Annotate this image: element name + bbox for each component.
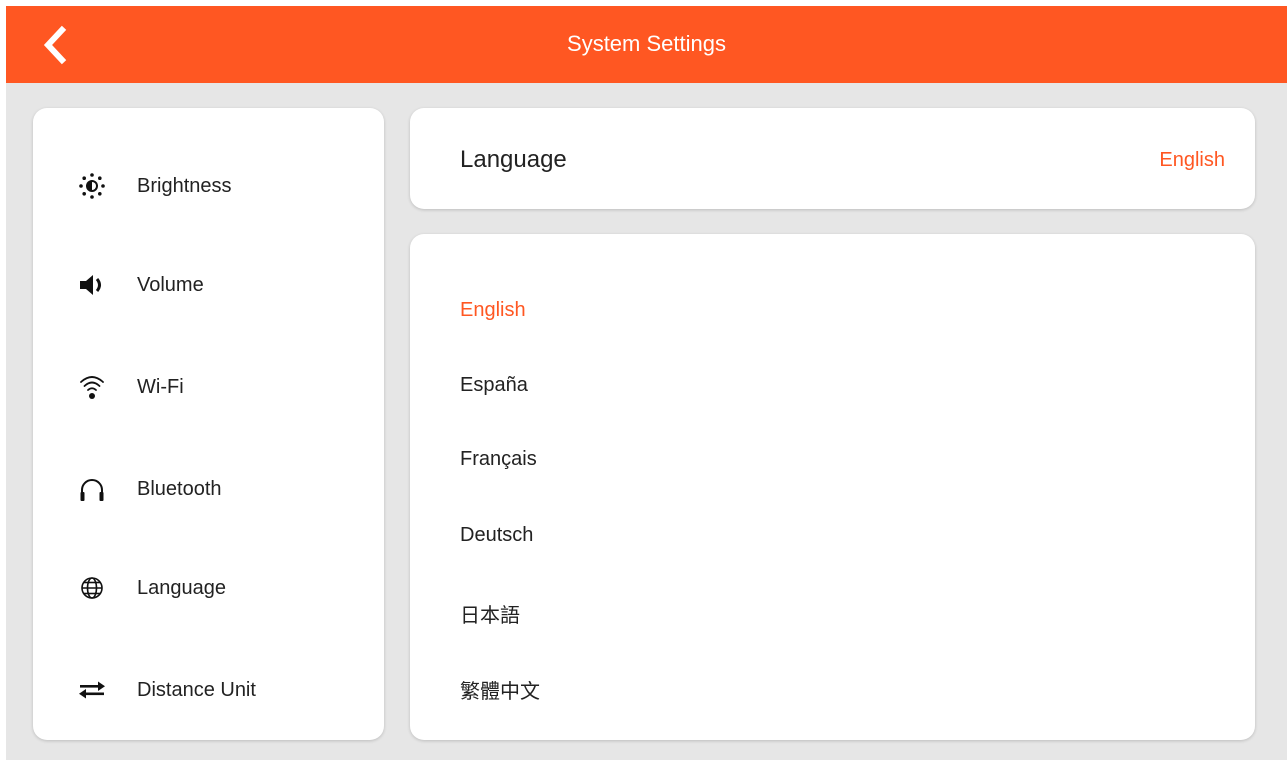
language-option-espana[interactable]: España xyxy=(460,370,528,401)
language-option-english[interactable]: English xyxy=(460,295,526,326)
wifi-icon xyxy=(77,372,107,402)
sidebar-item-wifi[interactable]: Wi-Fi xyxy=(33,357,384,417)
globe-icon xyxy=(77,573,107,603)
sidebar-item-label: Language xyxy=(137,576,226,599)
settings-sidebar: Brightness Volume Wi-Fi Bluetooth Langua… xyxy=(33,108,384,740)
sidebar-item-bluetooth[interactable]: Bluetooth xyxy=(33,459,384,519)
swap-arrows-icon xyxy=(77,675,107,705)
language-option-traditional-chinese[interactable]: 繁體中文 xyxy=(460,671,540,708)
sidebar-item-label: Distance Unit xyxy=(137,678,256,701)
app-window: System Settings Brightness Volume Wi-Fi … xyxy=(6,6,1287,760)
language-option-francais[interactable]: Français xyxy=(460,444,537,475)
language-option-japanese[interactable]: 日本語 xyxy=(460,595,520,632)
sidebar-item-distance-unit[interactable]: Distance Unit xyxy=(33,660,384,720)
sidebar-item-volume[interactable]: Volume xyxy=(33,255,384,315)
page-title: System Settings xyxy=(567,31,726,56)
section-title: Language xyxy=(460,146,567,173)
language-header-card: Language English xyxy=(410,108,1255,209)
volume-icon xyxy=(77,270,107,300)
sidebar-item-label: Brightness xyxy=(137,174,232,197)
sidebar-item-language[interactable]: Language xyxy=(33,558,384,618)
sidebar-item-label: Wi-Fi xyxy=(137,375,184,398)
sidebar-item-label: Bluetooth xyxy=(137,477,222,500)
sidebar-item-label: Volume xyxy=(137,273,204,296)
language-option-deutsch[interactable]: Deutsch xyxy=(460,520,533,551)
title-bar: System Settings xyxy=(6,6,1287,83)
sidebar-item-brightness[interactable]: Brightness xyxy=(33,156,384,216)
current-language-value: English xyxy=(1159,149,1225,171)
headphones-icon xyxy=(77,474,107,504)
brightness-icon xyxy=(77,171,107,201)
language-options-list: English España Français Deutsch 日本語 繁體中文 xyxy=(410,234,1255,740)
